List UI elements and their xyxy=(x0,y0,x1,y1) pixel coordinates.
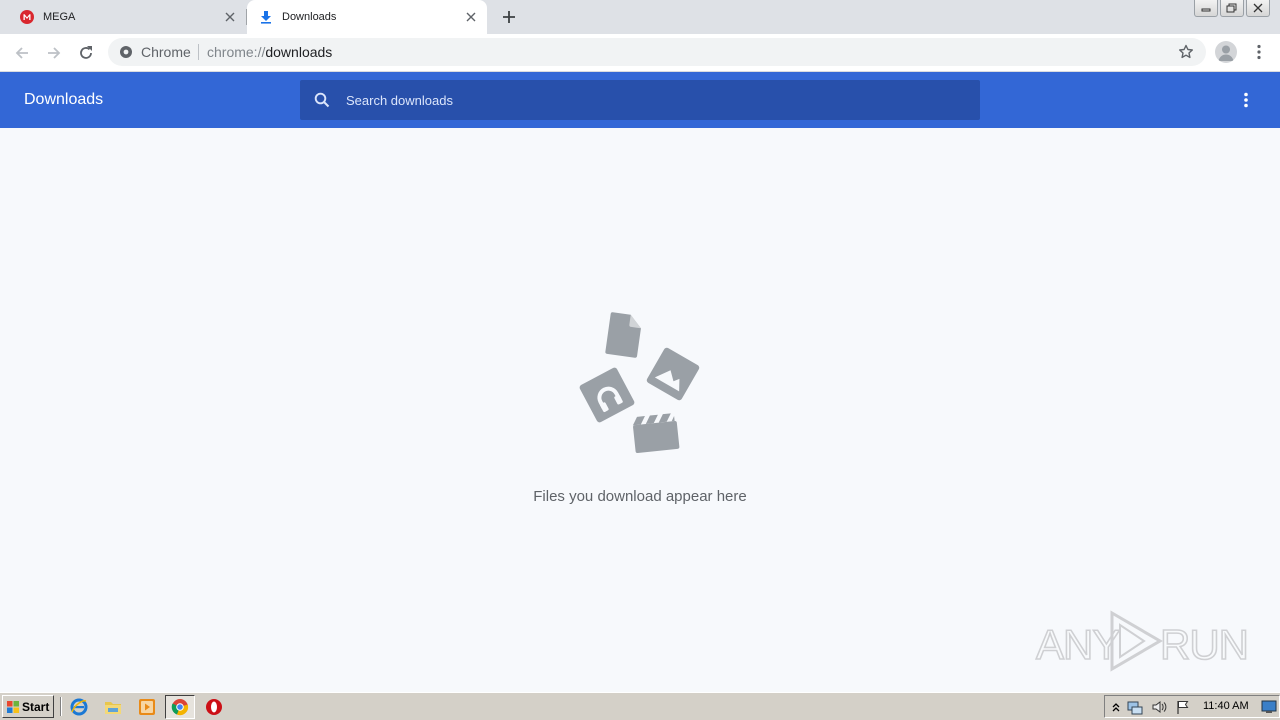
chevron-up-icon xyxy=(1112,703,1120,712)
system-tray: 11:40 AM xyxy=(1104,695,1280,718)
forward-arrow-icon xyxy=(48,47,61,59)
window-controls xyxy=(1194,0,1270,18)
watermark-text-right: RUN xyxy=(1159,620,1250,669)
downloads-menu-button[interactable] xyxy=(1234,88,1258,112)
url-host: downloads xyxy=(265,44,333,60)
watermark: ANY RUN xyxy=(1035,607,1250,675)
taskbar: Start 11:40 AM xyxy=(0,692,1280,720)
new-tab-button[interactable] xyxy=(498,6,520,28)
empty-downloads-illustration xyxy=(579,311,700,454)
person-icon xyxy=(1218,45,1234,61)
forward-button[interactable] xyxy=(42,41,66,65)
video-icon xyxy=(632,413,680,454)
download-icon xyxy=(259,10,273,24)
media-player-icon[interactable] xyxy=(137,697,157,717)
browser-toolbar: Chrome chrome://downloads xyxy=(0,34,1280,72)
downloads-header: Downloads xyxy=(0,72,1280,128)
search-box[interactable] xyxy=(300,80,980,120)
document-icon xyxy=(605,311,641,358)
chrome-icon[interactable] xyxy=(165,695,195,719)
start-button[interactable]: Start xyxy=(2,695,54,718)
profile-avatar[interactable] xyxy=(1215,41,1237,63)
omnibox[interactable]: Chrome chrome://downloads xyxy=(108,38,1206,66)
back-arrow-icon xyxy=(15,47,28,59)
chrome-page-icon xyxy=(120,46,132,58)
omnibox-divider xyxy=(198,44,199,60)
omnibox-origin-chip: Chrome xyxy=(141,44,191,60)
internet-explorer-icon[interactable] xyxy=(69,697,89,717)
network-icon[interactable] xyxy=(1127,699,1143,715)
volume-icon[interactable] xyxy=(1151,699,1167,715)
plus-icon xyxy=(503,11,515,23)
opera-icon[interactable] xyxy=(204,697,224,717)
url-scheme: chrome:// xyxy=(207,44,266,60)
tab-title: MEGA xyxy=(43,11,76,23)
browser-menu-button[interactable] xyxy=(1248,41,1270,63)
restore-icon xyxy=(1226,3,1237,13)
omnibox-url[interactable]: chrome://downloads xyxy=(207,44,332,60)
close-window-button[interactable] xyxy=(1246,0,1270,17)
play-logo-icon xyxy=(1110,610,1163,672)
action-center-flag-icon[interactable] xyxy=(1175,699,1191,715)
search-input[interactable] xyxy=(346,80,966,120)
close-icon[interactable] xyxy=(222,9,238,25)
minimize-icon xyxy=(1201,8,1211,12)
back-button[interactable] xyxy=(10,41,34,65)
mega-icon xyxy=(20,10,34,24)
more-vert-icon xyxy=(1244,92,1248,108)
restore-button[interactable] xyxy=(1220,0,1244,17)
windows-logo-icon xyxy=(7,700,19,713)
page-title: Downloads xyxy=(24,91,104,108)
audio-icon xyxy=(579,367,635,423)
star-icon xyxy=(1179,44,1193,59)
search-icon xyxy=(314,92,330,108)
tab-downloads[interactable]: Downloads xyxy=(247,0,487,34)
taskbar-divider xyxy=(60,697,62,716)
clock[interactable]: 11:40 AM xyxy=(1203,700,1249,712)
bookmark-button[interactable] xyxy=(1175,41,1197,63)
show-desktop-icon[interactable] xyxy=(1261,699,1277,715)
show-hidden-icons-button[interactable] xyxy=(1108,699,1124,715)
reload-icon xyxy=(80,46,92,59)
close-icon[interactable] xyxy=(463,9,479,25)
minimize-button[interactable] xyxy=(1194,0,1218,17)
close-icon xyxy=(1253,3,1263,13)
empty-state-message: Files you download appear here xyxy=(533,488,747,505)
more-vert-icon xyxy=(1257,44,1261,60)
start-label: Start xyxy=(22,699,50,714)
reload-button[interactable] xyxy=(74,41,98,65)
tab-mega[interactable]: MEGA xyxy=(0,0,246,34)
explorer-folder-icon[interactable] xyxy=(103,697,123,717)
tab-strip: MEGA Downloads xyxy=(0,0,1280,34)
tab-title: Downloads xyxy=(282,11,337,23)
image-icon xyxy=(646,347,700,401)
